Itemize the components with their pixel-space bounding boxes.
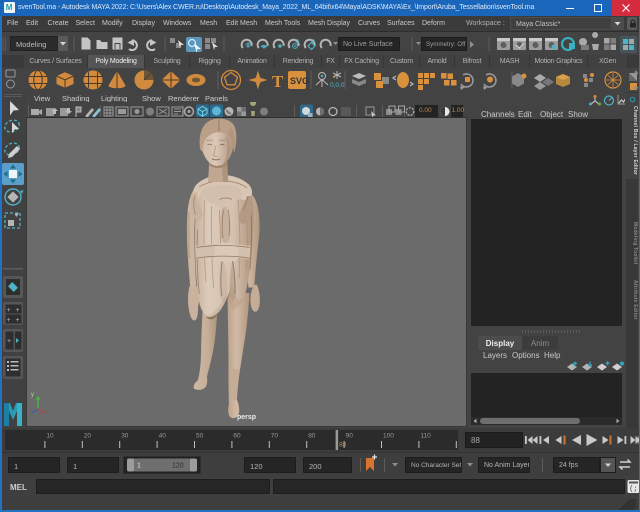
svg-text:10: 10: [46, 433, 54, 440]
svg-text:SVG: SVG: [290, 76, 309, 86]
svg-text:110: 110: [420, 433, 431, 440]
svg-text:70: 70: [271, 433, 279, 440]
svg-text:T: T: [272, 72, 284, 91]
svg-text:100: 100: [383, 433, 394, 440]
svg-text:90: 90: [346, 433, 354, 440]
svg-text:20: 20: [84, 433, 92, 440]
svg-text:y: y: [31, 392, 34, 398]
svg-text:50: 50: [196, 433, 204, 440]
svg-text:+: +: [7, 307, 11, 314]
svg-text:30: 30: [121, 433, 129, 440]
svg-text:120: 120: [172, 463, 184, 470]
svg-text:0,0,0: 0,0,0: [330, 82, 345, 89]
svg-text:60: 60: [233, 433, 241, 440]
svg-text:1: 1: [137, 463, 141, 470]
svg-text:+: +: [16, 307, 20, 314]
svg-text:+: +: [16, 317, 20, 324]
svg-text:+: +: [7, 338, 11, 345]
svg-text:88: 88: [339, 442, 347, 449]
svg-text:+: +: [7, 317, 11, 324]
svg-text:40: 40: [159, 433, 167, 440]
svg-text:80: 80: [308, 433, 316, 440]
